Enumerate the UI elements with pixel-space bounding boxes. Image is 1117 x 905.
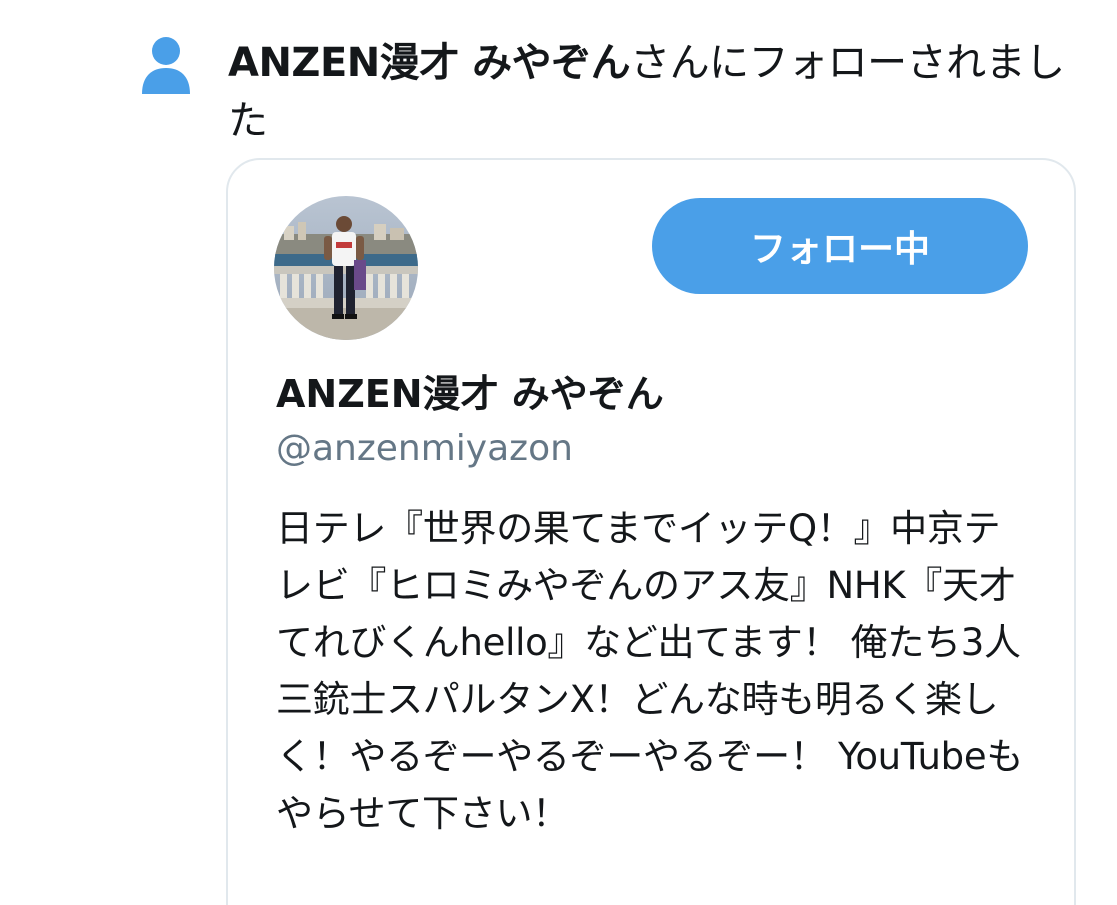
notification-item[interactable]: ANZEN漫才 みやぞんさんにフォローされました フォロー中 ANZEN漫才 み… [0, 0, 1117, 905]
display-name[interactable]: ANZEN漫才 みやぞん [276, 366, 664, 422]
avatar[interactable] [274, 196, 418, 340]
profile-bio: 日テレ『世界の果てまでイッテQ！』中京テレビ『ヒロミみやぞんのアス友』NHK『天… [276, 507, 1024, 835]
person-icon [140, 36, 192, 96]
profile-card[interactable]: フォロー中 ANZEN漫才 みやぞん @anzenmiyazon 日テレ『世界の… [226, 158, 1076, 905]
following-button[interactable]: フォロー中 [652, 198, 1028, 294]
notification-text: ANZEN漫才 みやぞんさんにフォローされました [228, 34, 1088, 150]
actor-name-link[interactable]: ANZEN漫才 みやぞん [228, 40, 631, 86]
user-handle[interactable]: @anzenmiyazon [276, 422, 573, 476]
